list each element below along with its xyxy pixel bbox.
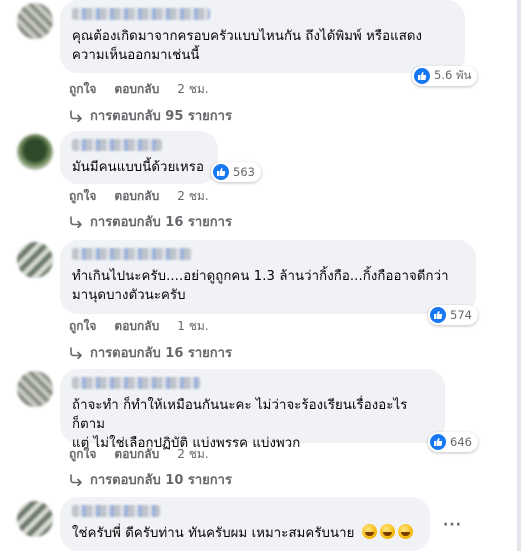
- like-button[interactable]: ถูกใจ: [69, 187, 96, 206]
- timestamp[interactable]: 2 ชม.: [177, 187, 208, 206]
- reaction-count: 574: [450, 308, 472, 322]
- comment-text-line-1: มันมีคนแบบนี้ด้วยเหรอ: [72, 160, 204, 175]
- comment-text-line-2: ความเห็นออกมาเช่นนี้: [72, 48, 200, 63]
- comment-text-line-2: มานุดบางตัวนะครับ: [72, 288, 186, 303]
- like-reaction-icon: [213, 164, 229, 180]
- reaction-count: 646: [450, 435, 472, 449]
- comment-text-line-1: ใช่ครับพี่ ดีครับท่าน ทันครับผม เหมาะสมค…: [72, 524, 418, 543]
- comment-actions: ถูกใจ ตอบกลับ 2 ชม.: [69, 80, 209, 99]
- reaction-count: 563: [233, 165, 255, 179]
- author-name-blurred[interactable]: [72, 377, 200, 389]
- reaction-summary[interactable]: 646: [428, 432, 478, 452]
- comment-bubble: ใช่ครับพี่ ดีครับท่าน ทันครับผม เหมาะสมค…: [60, 497, 430, 551]
- grinning-emoji-icon: [379, 524, 395, 539]
- scrollbar-track[interactable]: [517, 0, 521, 551]
- replies-label: การตอบกลับ 16 รายการ: [90, 215, 232, 230]
- comment-bubble: ทำเกินไปนะครับ....อย่าดูถูกคน 1.3 ล้านว่…: [60, 240, 476, 314]
- replies-label: การตอบกลับ 95 รายการ: [90, 109, 232, 124]
- comment-bubble: ถ้าจะทำ ก็ทำให้เหมือนกันนะคะ ไม่ว่าจะร้อ…: [60, 369, 445, 451]
- reply-arrow-icon: [70, 215, 82, 228]
- comment-text-line-1: ถ้าจะทำ ก็ทำให้เหมือนกันนะคะ ไม่ว่าจะร้อ…: [72, 398, 408, 432]
- avatar[interactable]: [17, 501, 53, 537]
- author-name-blurred[interactable]: [72, 139, 162, 151]
- view-replies-button[interactable]: การตอบกลับ 95 รายการ: [69, 105, 232, 126]
- view-replies-button[interactable]: การตอบกลับ 10 รายการ: [69, 469, 232, 490]
- view-replies-button[interactable]: การตอบกลับ 16 รายการ: [69, 211, 232, 232]
- like-button[interactable]: ถูกใจ: [69, 445, 96, 464]
- reply-button[interactable]: ตอบกลับ: [114, 317, 159, 336]
- comment-bubble: มันมีคนแบบนี้ด้วยเหรอ: [60, 131, 218, 184]
- comment-text-line-1: ทำเกินไปนะครับ....อย่าดูถูกคน 1.3 ล้านว่…: [72, 269, 449, 284]
- avatar[interactable]: [17, 3, 53, 39]
- reply-arrow-icon: [70, 473, 82, 486]
- comment-text: ใช่ครับพี่ ดีครับท่าน ทันครับผม เหมาะสมค…: [72, 526, 355, 541]
- avatar[interactable]: [17, 371, 53, 407]
- comment-bubble: คุณต้องเกิดมาจากครอบครัวแบบไหนกัน ถึงได้…: [60, 0, 465, 73]
- comment-text-line-1: คุณต้องเกิดมาจากครอบครัวแบบไหนกัน ถึงได้…: [72, 29, 423, 44]
- author-name-blurred[interactable]: [72, 248, 192, 260]
- reply-button[interactable]: ตอบกลับ: [114, 187, 159, 206]
- timestamp[interactable]: 2 ชม.: [177, 80, 208, 99]
- reply-arrow-icon: [70, 346, 82, 359]
- reply-button[interactable]: ตอบกลับ: [114, 445, 159, 464]
- reaction-count: 5.6 พัน: [434, 68, 472, 82]
- reply-arrow-icon: [70, 109, 82, 122]
- grinning-emoji-icon: [361, 524, 377, 539]
- timestamp[interactable]: 1 ชม.: [177, 317, 208, 336]
- replies-label: การตอบกลับ 10 รายการ: [90, 473, 232, 488]
- view-replies-button[interactable]: การตอบกลับ 16 รายการ: [69, 342, 232, 363]
- timestamp[interactable]: 2 ชม.: [177, 445, 208, 464]
- avatar[interactable]: [17, 242, 53, 278]
- grinning-emoji-icon: [397, 524, 413, 539]
- like-button[interactable]: ถูกใจ: [69, 80, 96, 99]
- like-reaction-icon: [430, 434, 446, 450]
- comment-actions: ถูกใจ ตอบกลับ 2 ชม.: [69, 187, 209, 206]
- author-name-blurred[interactable]: [72, 8, 210, 20]
- reply-button[interactable]: ตอบกลับ: [114, 80, 159, 99]
- avatar[interactable]: [17, 134, 53, 170]
- like-reaction-icon: [414, 68, 430, 84]
- like-reaction-icon: [430, 307, 446, 323]
- reaction-summary[interactable]: 563: [211, 162, 261, 182]
- like-button[interactable]: ถูกใจ: [69, 317, 96, 336]
- comment-actions: ถูกใจ ตอบกลับ 2 ชม.: [69, 445, 209, 464]
- replies-label: การตอบกลับ 16 รายการ: [90, 346, 232, 361]
- more-options-icon[interactable]: ···: [443, 517, 461, 533]
- author-name-blurred[interactable]: [72, 505, 160, 517]
- reaction-summary[interactable]: 574: [428, 305, 478, 325]
- comment-actions: ถูกใจ ตอบกลับ 1 ชม.: [69, 317, 209, 336]
- reaction-summary[interactable]: 5.6 พัน: [412, 66, 478, 86]
